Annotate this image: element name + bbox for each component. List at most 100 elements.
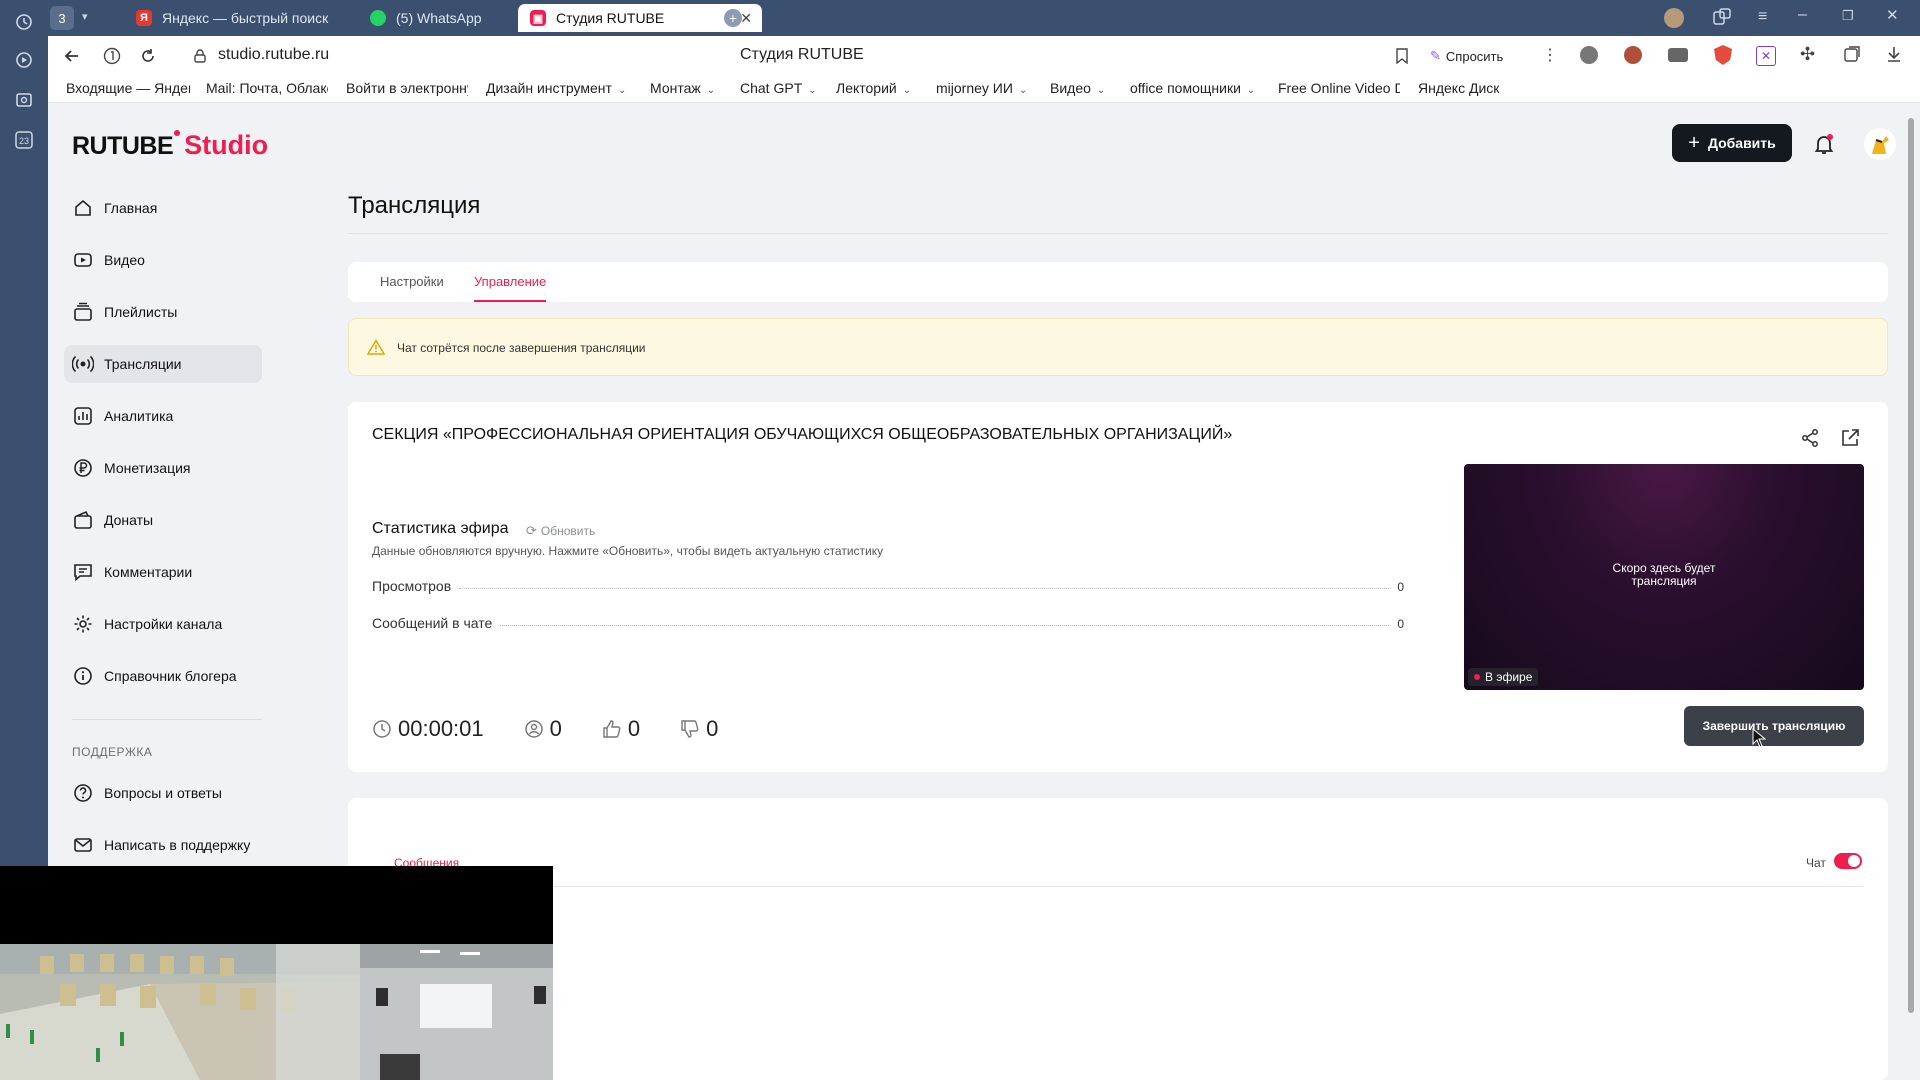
tab-count-badge[interactable]: 3 xyxy=(50,6,74,30)
stat-value: 0 xyxy=(1397,580,1404,594)
extension-x-icon[interactable]: ✕ xyxy=(1756,46,1776,66)
bookmark-item[interactable]: Яндекс Диск xyxy=(1418,80,1499,96)
chevron-down-icon: ⌄ xyxy=(1018,85,1028,96)
stat-row-views: Просмотров 0 xyxy=(372,574,1404,594)
yandex-icon: Я xyxy=(136,10,152,26)
bookmark-folder[interactable]: Chat GPT ⌄ xyxy=(740,80,817,96)
sidebar-item-broadcasts[interactable]: Трансляции xyxy=(64,345,262,383)
active-tab-indicator xyxy=(474,300,546,302)
playlist-icon xyxy=(72,301,94,323)
back-icon[interactable] xyxy=(60,44,84,68)
sidebar-item-faq[interactable]: Вопросы и ответы xyxy=(64,774,262,812)
rutube-studio-logo[interactable]: RUTUBE Studio xyxy=(72,130,268,161)
stats-description: Данные обновляются вручную. Нажмите «Обн… xyxy=(372,544,884,558)
sidebar-item-channel-settings[interactable]: Настройки канала xyxy=(64,605,262,643)
duration-value: 00:00:01 xyxy=(398,716,484,741)
chevron-down-icon: ⌄ xyxy=(902,85,912,96)
open-external-icon[interactable] xyxy=(1840,428,1860,448)
yandex-home-icon[interactable] xyxy=(100,44,124,68)
bookmark-icon[interactable] xyxy=(1390,44,1414,68)
conference-room-video xyxy=(0,944,553,1080)
page-scrollbar[interactable] xyxy=(1908,118,1914,1013)
tab-settings[interactable]: Настройки xyxy=(380,274,444,289)
sidebar-item-video[interactable]: Видео xyxy=(64,241,262,279)
close-tab-icon[interactable]: ✕ xyxy=(740,10,752,27)
tabs-dropdown-icon[interactable]: ▾ xyxy=(82,10,88,23)
viewers-icon xyxy=(524,719,544,739)
bookmark-folder[interactable]: Дизайн инструмент ⌄ xyxy=(486,80,626,96)
sidebar-item-label: Трансляции xyxy=(104,356,182,372)
bookmark-label: Chat GPT xyxy=(740,80,803,96)
tab-label: Студия RUTUBE xyxy=(556,10,665,26)
logo-primary: RUTUBE xyxy=(72,132,174,160)
stream-preview[interactable]: Скоро здесь будет трансляция В эфире xyxy=(1464,464,1864,690)
tab-yandex[interactable]: Я Яндекс — быстрый поиск xyxy=(124,4,354,32)
bookmark-item[interactable]: Mail: Почта, Облако, xyxy=(206,80,328,96)
add-button[interactable]: + Добавить xyxy=(1672,124,1792,162)
bookmark-item[interactable]: Free Online Video Do xyxy=(1278,80,1400,96)
extension-1-icon[interactable] xyxy=(1580,46,1598,64)
warning-text: Чат сотрётся после завершения трансляции xyxy=(397,341,646,355)
calendar-icon[interactable]: 23 xyxy=(10,126,38,154)
gallery-icon[interactable] xyxy=(10,86,38,114)
history-icon[interactable] xyxy=(10,8,38,36)
chat-tab-divider xyxy=(372,886,1864,887)
chevron-down-icon: ⌄ xyxy=(808,85,817,96)
page-title: Трансляция xyxy=(348,192,481,219)
ask-alice-button[interactable]: ✎ Спросить xyxy=(1430,45,1503,67)
extension-3-icon[interactable] xyxy=(1668,48,1688,62)
chat-toggle[interactable] xyxy=(1834,853,1862,869)
preview-placeholder-text: Скоро здесь будет трансляция xyxy=(1612,561,1716,588)
thumbs-down-icon xyxy=(680,719,700,739)
end-stream-button[interactable]: Завершить трансляцию xyxy=(1684,706,1864,746)
sidebar-item-blogger-guide[interactable]: Справочник блогера xyxy=(64,657,262,695)
comment-icon xyxy=(72,561,94,583)
avatar[interactable] xyxy=(1864,128,1896,160)
bookmark-folder[interactable]: mijorney ИИ ⌄ xyxy=(936,80,1027,96)
bookmark-item[interactable]: Войти в электронну xyxy=(346,80,468,96)
menu-icon[interactable]: ≡ xyxy=(1758,8,1767,26)
play-icon[interactable] xyxy=(10,46,38,74)
extensions-icon[interactable] xyxy=(1712,8,1732,26)
collections-icon[interactable] xyxy=(1844,45,1862,63)
close-window-icon[interactable]: ✕ xyxy=(1886,6,1899,24)
puzzle-icon[interactable]: ✣ xyxy=(1800,44,1815,65)
share-icon[interactable] xyxy=(1800,428,1820,448)
ruble-icon xyxy=(72,457,94,479)
restore-icon[interactable]: ❐ xyxy=(1842,8,1854,24)
download-icon[interactable] xyxy=(1886,45,1902,63)
bookmarks-bar: Входящие — Яндекс Mail: Почта, Облако, В… xyxy=(48,76,1920,103)
url-field[interactable]: studio.rutube.ru xyxy=(218,46,329,64)
minimize-icon[interactable]: – xyxy=(1798,6,1807,24)
refresh-button[interactable]: ⟳ Обновить xyxy=(526,523,595,539)
video-overlay[interactable] xyxy=(0,866,553,1080)
sidebar-item-monetization[interactable]: Монетизация xyxy=(64,449,262,487)
bookmark-folder[interactable]: Лекторий ⌄ xyxy=(836,80,911,96)
bell-icon[interactable] xyxy=(1812,132,1836,156)
reload-icon[interactable] xyxy=(136,44,160,68)
sidebar-item-home[interactable]: Главная xyxy=(64,189,262,227)
sidebar-item-contact-support[interactable]: Написать в поддержку xyxy=(64,826,262,864)
bookmark-label: Видео xyxy=(1050,80,1091,96)
sidebar-item-donations[interactable]: Донаты xyxy=(64,501,262,539)
info-icon xyxy=(72,665,94,687)
sidebar-item-label: Видео xyxy=(104,252,145,268)
sidebar-item-playlists[interactable]: Плейлисты xyxy=(64,293,262,331)
shield-icon[interactable] xyxy=(1714,45,1732,65)
wallet-icon xyxy=(72,509,94,531)
bookmark-folder[interactable]: office помощники ⌄ xyxy=(1130,80,1255,96)
lock-icon[interactable] xyxy=(188,44,212,68)
extension-2-icon[interactable] xyxy=(1624,46,1642,64)
more-options-icon[interactable]: ⋮ xyxy=(1542,45,1558,65)
bookmark-folder[interactable]: Монтаж ⌄ xyxy=(650,80,715,96)
new-tab-icon[interactable]: + xyxy=(724,9,742,27)
profile-avatar[interactable] xyxy=(1664,8,1684,28)
bookmark-item[interactable]: Входящие — Яндекс xyxy=(66,80,190,96)
tab-management[interactable]: Управление xyxy=(474,274,546,289)
chat-card: Сообщения Чат xyxy=(348,798,1888,1080)
thumbs-up-icon xyxy=(602,719,622,739)
sidebar-item-comments[interactable]: Комментарии xyxy=(64,553,262,591)
sidebar-item-analytics[interactable]: Аналитика xyxy=(64,397,262,435)
bookmark-folder[interactable]: Видео ⌄ xyxy=(1050,80,1105,96)
sidebar-item-label: Аналитика xyxy=(104,408,174,424)
